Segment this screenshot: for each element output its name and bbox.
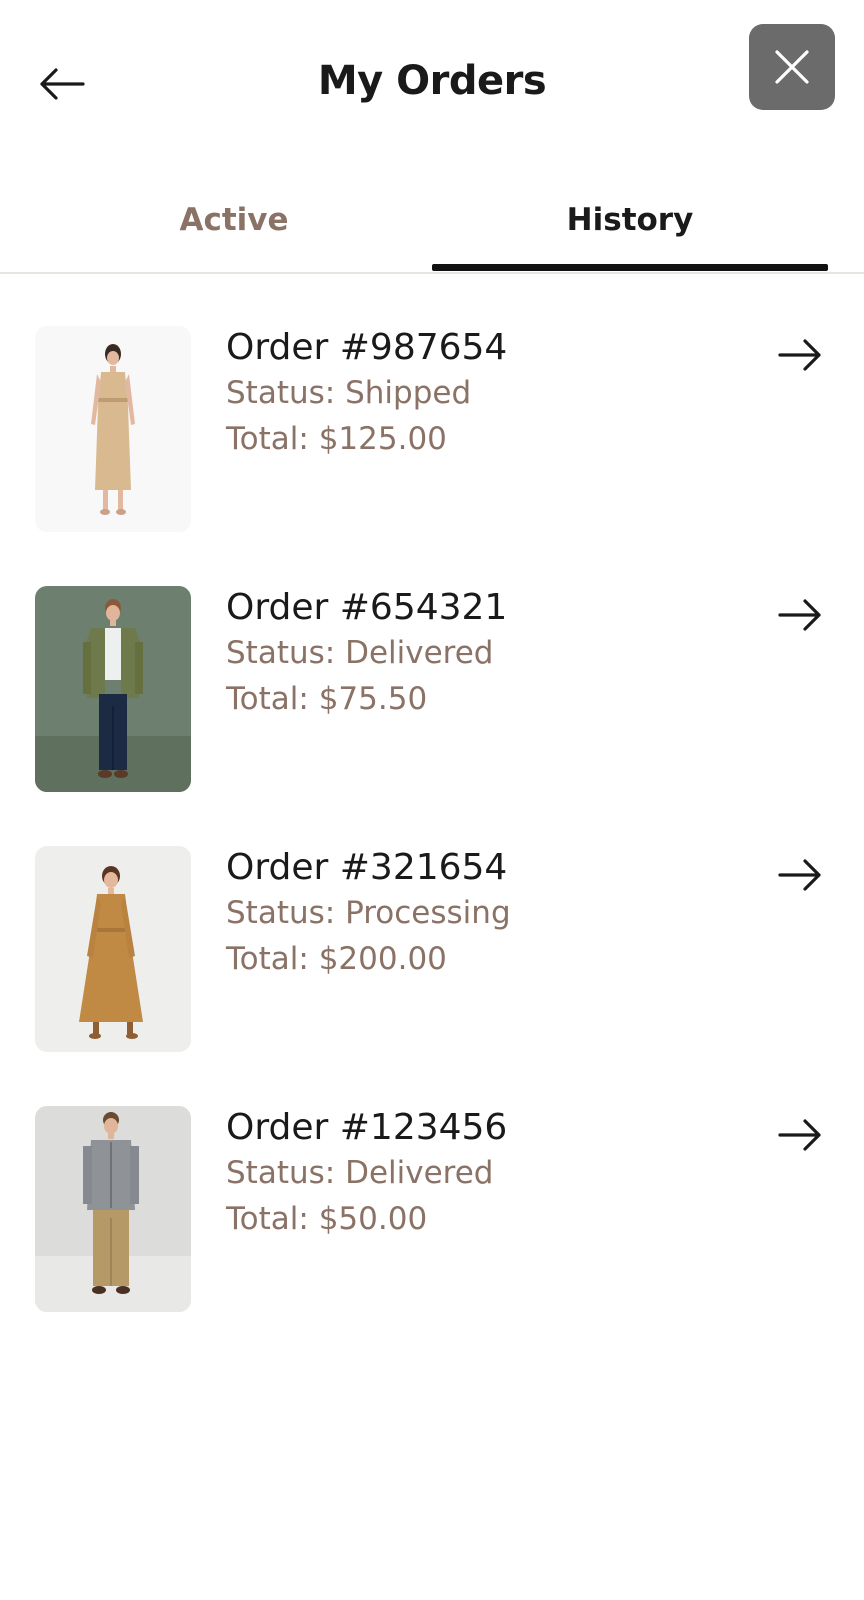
order-item[interactable]: Order #123456 Status: Delivered Total: $… (0, 1106, 864, 1316)
product-image (35, 1106, 191, 1312)
close-button[interactable] (749, 24, 835, 110)
order-total: Total: $125.00 (226, 421, 447, 457)
open-order-button[interactable] (770, 850, 830, 900)
order-status: Status: Delivered (226, 1155, 494, 1191)
product-image (35, 846, 191, 1052)
order-total: Total: $50.00 (226, 1201, 428, 1237)
order-item[interactable]: Order #654321 Status: Delivered Total: $… (0, 586, 864, 796)
orders-sheet: My Orders Active History Order #987654 S… (0, 0, 864, 1600)
header: My Orders (0, 0, 864, 160)
order-info: Order #654321 Status: Delivered Total: $… (226, 586, 746, 722)
page-title: My Orders (317, 58, 547, 104)
order-status: Status: Delivered (226, 635, 494, 671)
order-item[interactable]: Order #321654 Status: Processing Total: … (0, 846, 864, 1056)
arrow-right-icon (778, 1119, 821, 1151)
order-status: Status: Shipped (226, 375, 472, 411)
order-tabs: Active History (0, 170, 864, 274)
order-total: Total: $75.50 (226, 681, 428, 717)
order-number: Order #987654 (226, 327, 508, 368)
open-order-button[interactable] (770, 1110, 830, 1160)
order-thumbnail (35, 326, 191, 532)
order-total: Total: $200.00 (226, 941, 447, 977)
arrow-right-icon (778, 339, 821, 371)
order-item[interactable]: Order #987654 Status: Shipped Total: $12… (0, 326, 864, 536)
tab-history[interactable]: History (432, 170, 828, 270)
product-image (35, 586, 191, 792)
arrow-right-icon (778, 859, 821, 891)
tab-active[interactable]: Active (36, 170, 432, 270)
order-number: Order #123456 (226, 1107, 508, 1148)
arrow-right-icon (778, 599, 821, 631)
open-order-button[interactable] (770, 590, 830, 640)
order-status: Status: Processing (226, 895, 511, 931)
close-icon (775, 50, 809, 84)
order-number: Order #654321 (226, 587, 508, 628)
product-image (35, 326, 191, 532)
order-info: Order #123456 Status: Delivered Total: $… (226, 1106, 746, 1242)
order-thumbnail (35, 586, 191, 792)
open-order-button[interactable] (770, 330, 830, 380)
order-number: Order #321654 (226, 847, 508, 888)
order-thumbnail (35, 846, 191, 1052)
tabs-divider (0, 272, 864, 274)
order-info: Order #987654 Status: Shipped Total: $12… (226, 326, 746, 462)
tab-indicator (432, 264, 828, 271)
order-thumbnail (35, 1106, 191, 1312)
order-info: Order #321654 Status: Processing Total: … (226, 846, 746, 982)
